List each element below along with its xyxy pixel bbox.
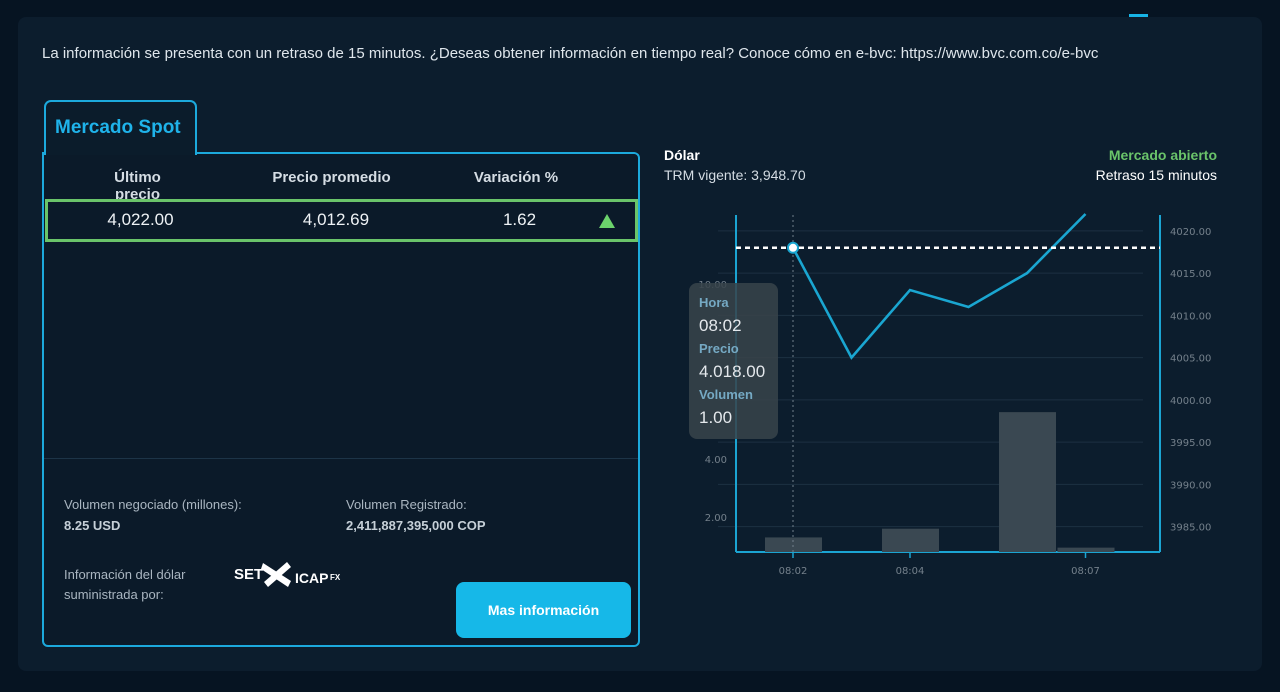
right-axis-tick-label: 4010.00 — [1170, 311, 1211, 322]
volume-bar — [765, 537, 822, 552]
average-price-value: 4,012.69 — [302, 210, 370, 229]
last-price-value: 4,022.00 — [107, 210, 174, 229]
logo-fx-text: FX — [330, 573, 341, 582]
trm-value: TRM vigente: 3,948.70 — [664, 167, 806, 183]
volume-label: Volumen negociado (millones): — [64, 497, 242, 512]
left-axis-tick-label: 4.00 — [705, 455, 727, 466]
x-axis-tick-label: 08:04 — [896, 566, 925, 577]
provider-label: Información del dólar suministrada por: — [64, 567, 186, 602]
tooltip-hour-value: 08:02 — [699, 316, 742, 335]
more-info-button[interactable]: Mas información — [456, 582, 631, 638]
tooltip-hour-label: Hora — [699, 295, 729, 310]
right-axis-tick-label: 3990.00 — [1170, 480, 1211, 491]
left-axis-tick-label: 2.00 — [705, 513, 727, 524]
header-variation: Variación % — [473, 169, 559, 186]
volume-value: 8.25 USD — [64, 518, 121, 533]
set-icap-fx-logo: SET ICAP FX — [234, 559, 352, 599]
logo-icap-text: ICAP — [295, 570, 329, 586]
header-last-price: Último precio — [114, 169, 161, 203]
spot-panel: Último precio Precio promedio Variación … — [42, 152, 640, 647]
market-card: La información se presenta con un retras… — [18, 17, 1262, 671]
right-axis-tick-label: 3995.00 — [1170, 438, 1211, 449]
table-row[interactable]: 4,022.00 4,012.69 1.62 — [45, 199, 638, 242]
delay-status: Retraso 15 minutos — [1095, 167, 1217, 183]
registered-volume-label: Volumen Registrado: — [346, 497, 467, 512]
market-status: Mercado abierto — [1108, 147, 1217, 163]
volume-bar — [882, 528, 939, 552]
right-axis-tick-label: 4000.00 — [1170, 396, 1211, 407]
triangle-up-icon — [599, 214, 615, 228]
tooltip-price-label: Precio — [699, 341, 739, 356]
logo-set-text: SET — [234, 566, 264, 583]
chart-title: Dólar — [664, 147, 700, 163]
price-table-header: Último precio Precio promedio Variación … — [44, 154, 638, 203]
registered-volume-value: 2,411,887,395,000 COP — [346, 518, 486, 533]
x-axis-tick-label: 08:02 — [779, 566, 808, 577]
right-axis-tick-label: 4020.00 — [1170, 227, 1211, 238]
tab-label: Mercado Spot — [55, 117, 181, 138]
variation-value: 1.62 — [502, 210, 537, 229]
right-axis-tick-label: 4005.00 — [1170, 354, 1211, 365]
tooltip-price-value: 4.018.00 — [699, 362, 766, 381]
header-average-price: Precio promedio — [272, 169, 391, 186]
price-series-line — [791, 213, 1087, 360]
tooltip-volume-value: 1.00 — [699, 408, 733, 427]
chart-tooltip: Hora 08:02 Precio 4.018.00 Volumen 1.00 — [689, 283, 778, 439]
right-axis-tick-label: 4015.00 — [1170, 269, 1211, 280]
panel-divider — [44, 458, 638, 459]
set-icap-mark-icon — [261, 562, 291, 587]
tooltip-volume-label: Volumen — [699, 387, 753, 402]
tab-mercado-spot[interactable]: Mercado Spot — [44, 100, 197, 155]
hover-point — [787, 241, 799, 254]
right-axis-tick-label: 3985.00 — [1170, 523, 1211, 534]
volume-bar — [999, 412, 1056, 552]
delay-notice: La información se presenta con un retras… — [42, 45, 1099, 62]
volume-bar — [1057, 547, 1115, 552]
x-axis-tick-label: 08:07 — [1071, 566, 1100, 577]
